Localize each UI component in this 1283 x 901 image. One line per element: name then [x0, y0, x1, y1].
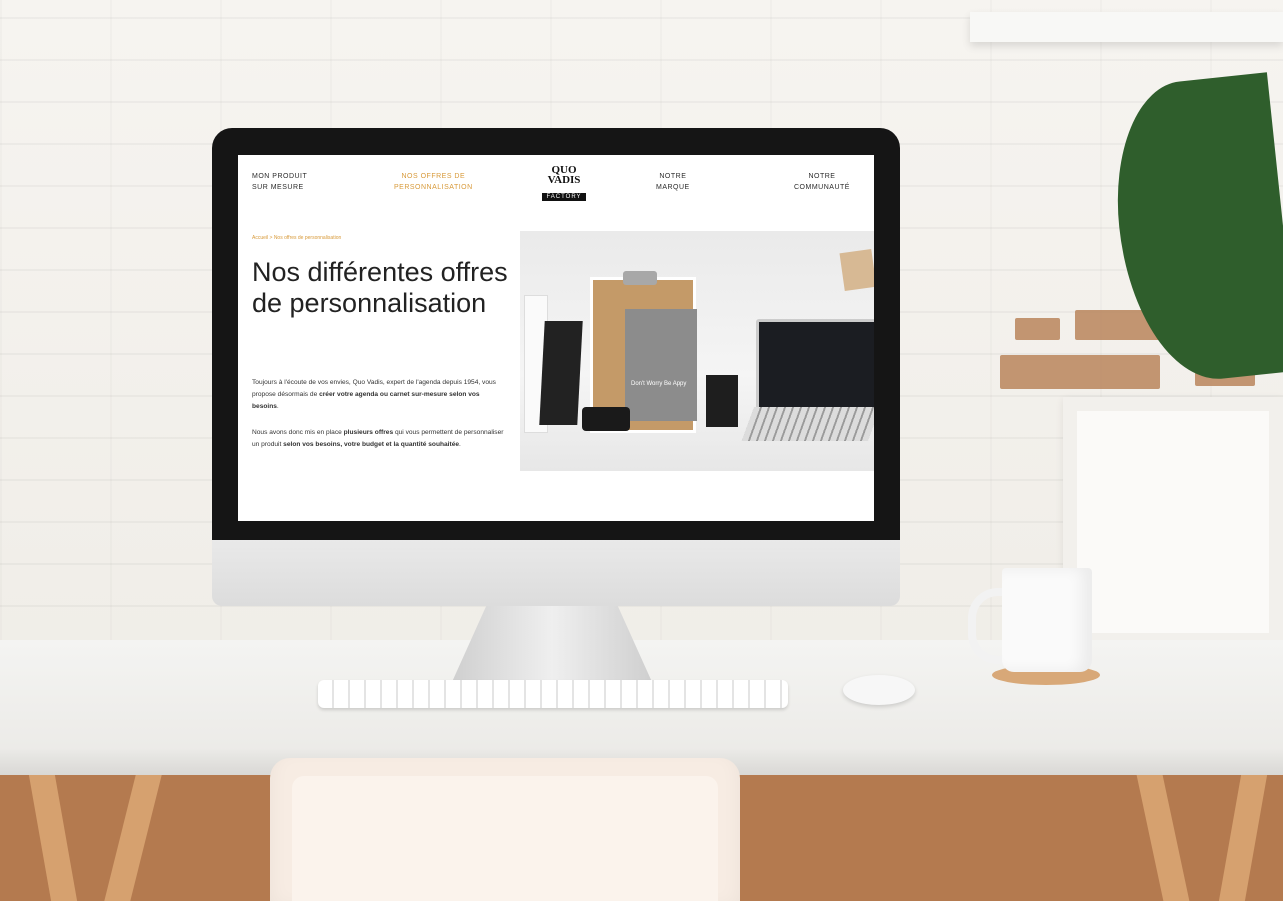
monitor-bezel: MON PRODUIT SUR MESURE NOS OFFRES DE PER… — [212, 128, 900, 540]
wall-shelf — [970, 12, 1283, 42]
photo-laptop-keyboard — [741, 407, 874, 441]
photo-postcard — [839, 248, 874, 292]
nav-item-notre-marque[interactable]: NOTRE MARQUE — [656, 171, 690, 193]
nav-item-notre-communaute[interactable]: NOTRE COMMUNAUTÉ — [794, 171, 850, 193]
nav-item-label: SUR MESURE — [252, 184, 304, 191]
photo-camera — [582, 407, 630, 431]
nav-item-nos-offres[interactable]: NOS OFFRES DE PERSONNALISATION — [394, 171, 473, 193]
paragraph-text: . — [459, 441, 461, 448]
nav-item-label: NOTRE — [808, 173, 836, 180]
nav-item-label: NOTRE — [659, 173, 687, 180]
mug — [1002, 568, 1092, 672]
monstera-leaf — [1104, 72, 1283, 388]
photo-clip — [623, 271, 657, 285]
exposed-brick — [1000, 355, 1160, 389]
keyboard — [318, 680, 788, 708]
photo-notebook: Don't Worry Be Appy — [625, 309, 697, 421]
quo-vadis-logo[interactable]: QUO VADIS FACTORY — [536, 165, 592, 205]
nav-item-label: COMMUNAUTÉ — [794, 184, 850, 191]
nav-item-label: NOS OFFRES DE — [401, 173, 466, 180]
monitor-chin — [212, 540, 900, 606]
logo-text: VADIS — [547, 174, 581, 186]
notebook-cover-text: Don't Worry Be Appy — [631, 381, 687, 387]
nav-item-mon-produit[interactable]: MON PRODUIT SUR MESURE — [252, 171, 307, 193]
desk-scene: MON PRODUIT SUR MESURE NOS OFFRES DE PER… — [0, 0, 1283, 901]
logo-badge: FACTORY — [542, 193, 586, 201]
chair — [270, 758, 740, 901]
paragraph-bold-text: plusieurs offres — [343, 429, 394, 436]
nav-item-label: MARQUE — [656, 184, 690, 191]
photo-laptop — [756, 319, 874, 411]
paragraph-bold-text: selon vos besoins, votre budget et la qu… — [283, 441, 460, 448]
breadcrumb[interactable]: Accueil > Nos offres de personnalisation — [252, 235, 341, 241]
monitor: MON PRODUIT SUR MESURE NOS OFFRES DE PER… — [212, 128, 900, 606]
page-title: Nos différentes offres de personnalisati… — [252, 257, 508, 318]
nav-item-label: PERSONNALISATION — [394, 184, 473, 191]
exposed-brick — [1015, 318, 1060, 340]
mouse — [843, 675, 915, 705]
monitor-stand — [452, 602, 652, 682]
site-nav: MON PRODUIT SUR MESURE NOS OFFRES DE PER… — [238, 155, 874, 215]
website-screen: MON PRODUIT SUR MESURE NOS OFFRES DE PER… — [238, 155, 874, 521]
nav-item-label: MON PRODUIT — [252, 173, 308, 180]
offers-paragraph: Nous avons donc mis en place plusieurs o… — [252, 427, 504, 451]
photo-notebooks — [539, 321, 583, 425]
hero-photo: Don't Worry Be Appy — [520, 231, 874, 471]
photo-pen-cup — [706, 375, 738, 427]
paragraph-text: . — [276, 403, 279, 410]
picture-frame — [1063, 397, 1283, 647]
paragraph-text: Nous avons donc mis en place — [252, 429, 344, 436]
intro-paragraph: Toujours à l'écoute de vos envies, Quo V… — [252, 377, 504, 413]
